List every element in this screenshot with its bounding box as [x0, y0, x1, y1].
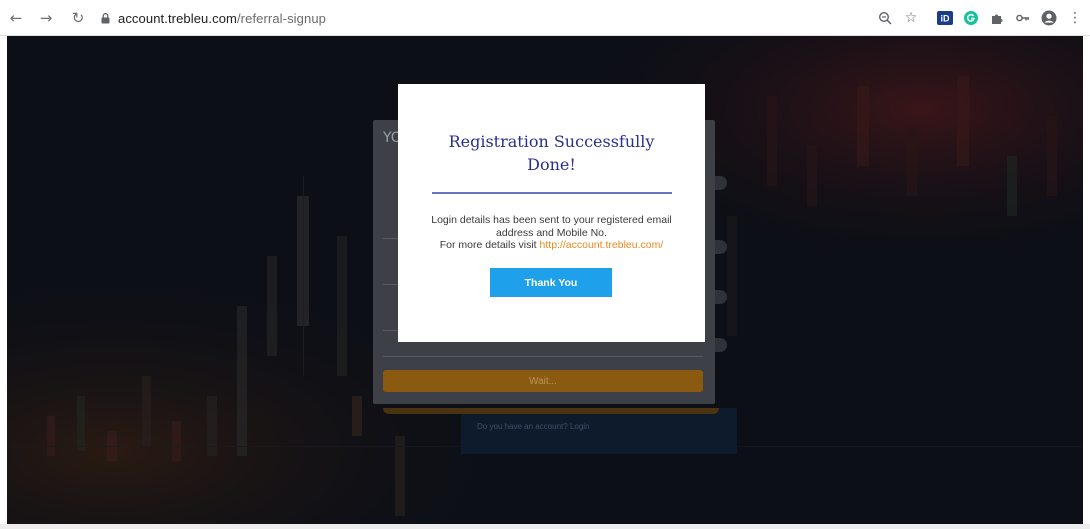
star-icon[interactable]: ☆: [900, 7, 922, 29]
menu-dots-icon[interactable]: ⋮: [1064, 7, 1086, 29]
background-panel: [461, 408, 737, 454]
id-extension-icon[interactable]: iD: [934, 7, 956, 29]
svg-text:iD: iD: [941, 14, 951, 24]
modal-title-line1: Registration Successfully: [448, 132, 655, 151]
back-arrow-icon[interactable]: ←: [4, 6, 28, 30]
form-field-line: [383, 356, 703, 357]
modal-message-prefix: For more details visit: [439, 239, 540, 251]
url-text: account.trebleu.com/referral-signup: [118, 11, 326, 26]
page-overlay: YO Wait... Do you have an account? Login…: [7, 36, 1083, 524]
url-path: /referral-signup: [236, 10, 326, 26]
modal-message: Login details has been sent to your regi…: [408, 214, 695, 252]
modal-message-line2: address and Mobile No.: [496, 226, 607, 239]
forward-arrow-icon[interactable]: →: [34, 6, 58, 30]
account-link[interactable]: http://account.trebleu.com/: [540, 239, 664, 251]
url-host: account.trebleu.com: [118, 10, 237, 26]
browser-toolbar: ← → ↻ account.trebleu.com/referral-signu…: [0, 0, 1090, 36]
modal-title-line2: Done!: [527, 155, 576, 174]
key-icon[interactable]: [1012, 7, 1034, 29]
reload-icon[interactable]: ↻: [66, 6, 90, 30]
thank-you-button[interactable]: Thank You: [490, 268, 612, 297]
success-modal: Registration Successfully Done! Login de…: [398, 84, 705, 342]
submit-button-shadow: [383, 408, 719, 414]
modal-message-line3: For more details visit http://account.tr…: [408, 239, 695, 252]
profile-icon[interactable]: [1038, 7, 1060, 29]
window-bottom-edge: [0, 524, 1090, 529]
login-prompt[interactable]: Do you have an account? Login: [477, 422, 590, 431]
lock-icon: [98, 11, 112, 25]
modal-title: Registration Successfully Done!: [398, 130, 705, 176]
puzzle-icon[interactable]: [986, 7, 1008, 29]
wait-button[interactable]: Wait...: [383, 370, 703, 392]
modal-divider: [432, 192, 672, 194]
modal-message-line1: Login details has been sent to your regi…: [431, 214, 672, 226]
toolbar-icons: ☆ iD ⋮: [872, 6, 1090, 30]
zoom-icon[interactable]: [874, 7, 896, 29]
grammarly-icon[interactable]: [960, 7, 982, 29]
